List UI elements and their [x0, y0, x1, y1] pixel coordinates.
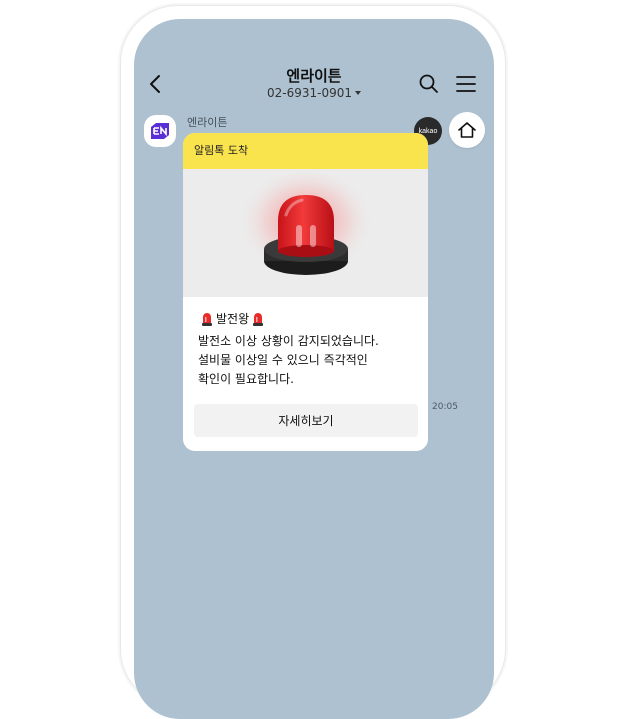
- siren-emoji-icon: [202, 313, 212, 326]
- chat-phone-number[interactable]: 02-6931-0901: [134, 86, 494, 100]
- sender-name: 엔라이튼: [187, 116, 228, 129]
- menu-icon[interactable]: [455, 75, 477, 93]
- home-icon: [458, 122, 476, 138]
- phone-number-text: 02-6931-0901: [266, 86, 352, 100]
- siren-image: [183, 169, 428, 297]
- chat-title: 엔라이튼: [286, 67, 342, 85]
- message-line: 설비물 이상일 수 있으니 즉각적인: [198, 353, 368, 367]
- message-line: 확인이 필요합니다.: [198, 372, 294, 386]
- chat-screen: 엔라이튼 02-6931-0901 엔라이튼 kakao 알림톡 도착 발전왕 …: [134, 19, 494, 719]
- alimtalk-header: 알림톡 도착: [183, 133, 428, 169]
- message-body: 발전왕 발전소 이상 상황이 감지되었습니다. 설비물 이상일 수 있으니 즉각…: [183, 297, 428, 389]
- caret-down-icon: [355, 90, 361, 95]
- message-title-text: 발전왕: [216, 312, 250, 326]
- message-title: 발전왕: [198, 309, 413, 329]
- message-line: 발전소 이상 상황이 감지되었습니다.: [198, 334, 379, 348]
- enlighten-logo-icon: [151, 123, 169, 139]
- message-text: 발전소 이상 상황이 감지되었습니다. 설비물 이상일 수 있으니 즉각적인 확…: [198, 332, 413, 389]
- sender-avatar[interactable]: [144, 115, 176, 147]
- message-timestamp: 20:05: [432, 402, 458, 412]
- view-details-button[interactable]: 자세히보기: [194, 404, 418, 437]
- home-button[interactable]: [449, 112, 485, 148]
- alimtalk-message-card: 알림톡 도착 발전왕 발전소 이상 상황이 감지되었습니다. 설비물 이상일 수…: [183, 133, 428, 451]
- search-icon[interactable]: [418, 73, 440, 95]
- siren-icon: [237, 171, 374, 283]
- siren-emoji-icon: [253, 313, 264, 326]
